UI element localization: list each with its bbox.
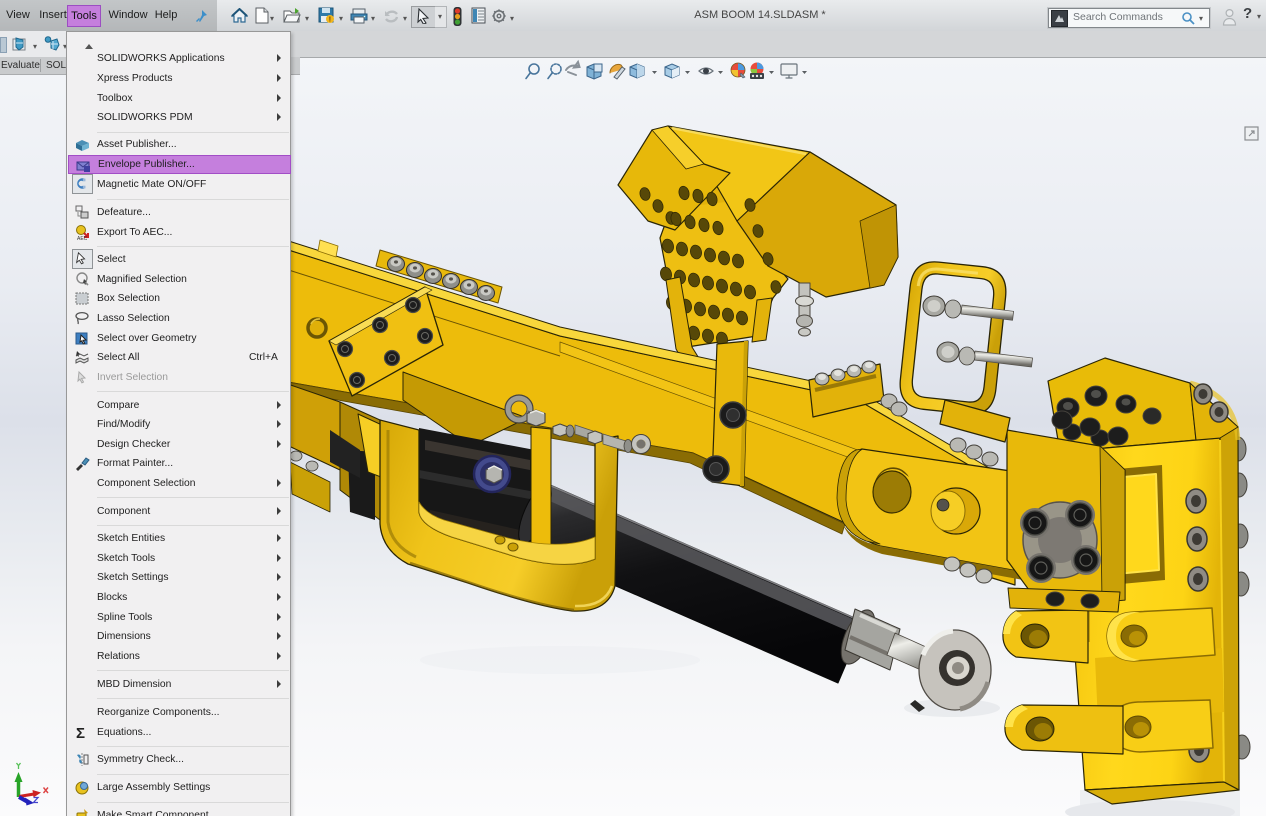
- svg-text:AEC: AEC: [77, 236, 88, 241]
- svg-text:!: !: [329, 17, 331, 24]
- svg-text:Σ: Σ: [76, 725, 85, 741]
